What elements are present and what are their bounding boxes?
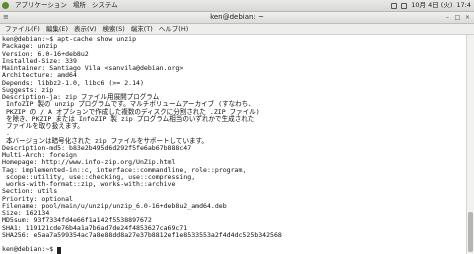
maximize-button[interactable]: □ bbox=[454, 14, 461, 21]
volume-icon[interactable] bbox=[401, 2, 408, 9]
menu-help[interactable]: ヘルプ(H) bbox=[159, 24, 188, 34]
menu-view[interactable]: 表示(V) bbox=[74, 24, 97, 34]
menu-file[interactable]: ファイル(F) bbox=[5, 24, 40, 34]
close-button[interactable]: × bbox=[464, 14, 471, 21]
terminal-line: SHA256: e5aa7a599354ac7a8e88dd8a27e37b88… bbox=[2, 230, 282, 239]
menu-terminal[interactable]: 端末(T) bbox=[131, 24, 153, 34]
panel-date[interactable]: 10月 4日 (火) bbox=[411, 0, 452, 11]
network-icon[interactable] bbox=[391, 2, 398, 9]
menu-search[interactable]: 検索(S) bbox=[103, 24, 125, 34]
minimize-button[interactable]: – bbox=[444, 14, 451, 21]
terminal-scrollbar[interactable] bbox=[466, 35, 474, 254]
debian-logo-icon[interactable] bbox=[2, 2, 9, 9]
terminal-text[interactable]: ken@debian:~$ apt-cache show unzip Packa… bbox=[0, 35, 466, 254]
menu-edit[interactable]: 編集(E) bbox=[46, 24, 68, 34]
window-title: ken@debian: ~ bbox=[210, 13, 264, 21]
terminal-menubar: ファイル(F) 編集(E) 表示(V) 検索(S) 端末(T) ヘルプ(H) bbox=[0, 24, 474, 35]
scrollbar-thumb[interactable] bbox=[468, 212, 473, 252]
window-controls: – □ × bbox=[441, 14, 471, 21]
panel-time[interactable]: 17:4 bbox=[456, 0, 471, 11]
terminal-line: ファイルを取り扱えます。 bbox=[2, 122, 84, 130]
menu-applications[interactable]: アプリケーション bbox=[15, 0, 67, 11]
menu-system[interactable]: システム bbox=[92, 0, 118, 11]
terminal-output[interactable]: ken@debian:~$ apt-cache show unzip Packa… bbox=[0, 35, 466, 254]
menu-places[interactable]: 場所 bbox=[73, 0, 86, 11]
system-top-panel: アプリケーション 場所 システム 10月 4日 (火) 17:4 bbox=[0, 0, 474, 12]
panel-status-area: 10月 4日 (火) 17:4 bbox=[387, 0, 471, 11]
panel-menus: アプリケーション 場所 システム bbox=[2, 0, 124, 11]
window-titlebar[interactable]: ≡ ken@debian: ~ – □ × bbox=[0, 12, 474, 24]
terminal-cursor bbox=[57, 246, 62, 254]
terminal-line: ken@debian:~$ bbox=[2, 245, 58, 254]
